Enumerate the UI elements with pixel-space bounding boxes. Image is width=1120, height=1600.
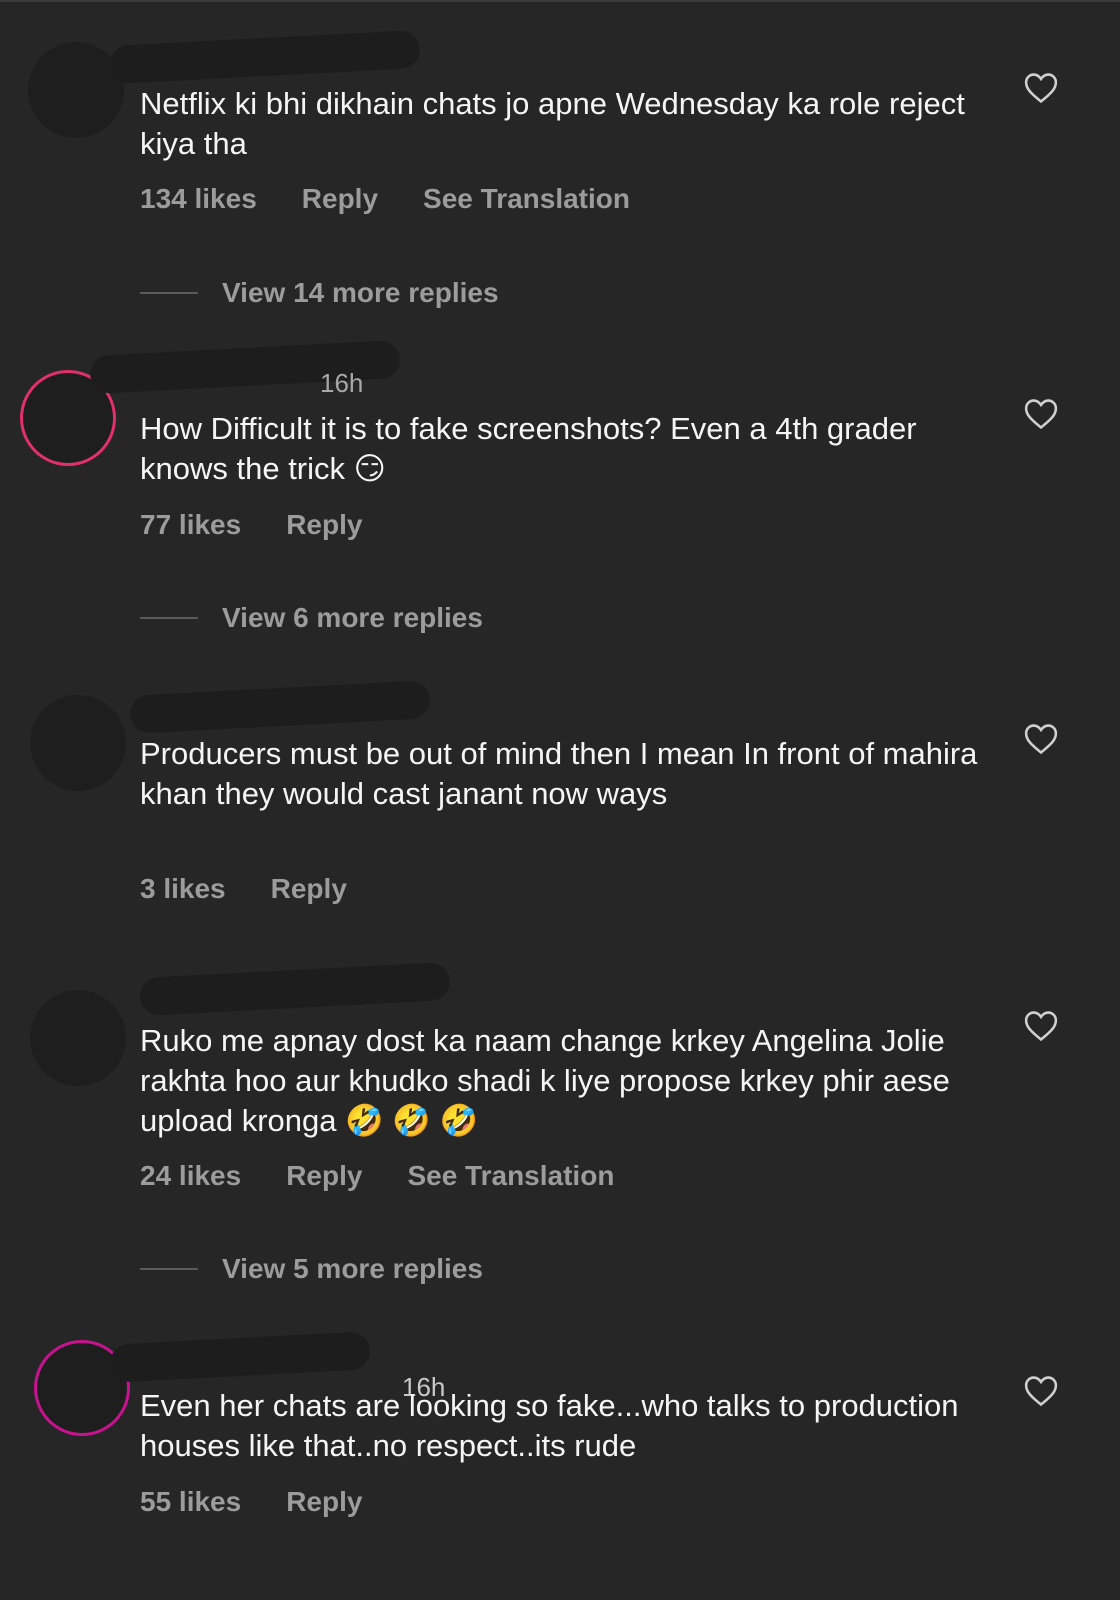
avatar[interactable]	[30, 695, 126, 791]
reply-button[interactable]: Reply	[286, 1160, 362, 1192]
comment-actions: 55 likes Reply	[140, 1486, 362, 1518]
redaction-scribble	[139, 961, 451, 1017]
top-divider	[0, 0, 1120, 2]
view-more-replies-label: View 6 more replies	[222, 602, 483, 633]
replies-divider	[140, 292, 198, 294]
comment-actions: 134 likes Reply See Translation	[140, 183, 630, 215]
comment-text: Producers must be out of mind then I mea…	[140, 736, 978, 811]
view-more-replies-button[interactable]: View 6 more replies	[140, 602, 483, 634]
see-translation-button[interactable]: See Translation	[407, 1160, 614, 1192]
view-more-replies-button[interactable]: View 14 more replies	[140, 277, 499, 309]
likes-count[interactable]: 24 likes	[140, 1160, 241, 1192]
comment-text: Ruko me apnay dost ka naam change krkey …	[140, 1023, 950, 1138]
avatar[interactable]	[30, 990, 126, 1086]
redaction-scribble	[129, 680, 431, 734]
comment-text: Even her chats are looking so fake...who…	[140, 1388, 959, 1463]
timestamp: 16h	[320, 368, 364, 398]
comment-meta: 16h	[140, 368, 363, 399]
view-more-replies-label: View 5 more replies	[222, 1253, 483, 1284]
view-more-replies-label: View 14 more replies	[222, 277, 499, 308]
reply-button[interactable]: Reply	[302, 183, 378, 215]
heart-outline-icon[interactable]	[1024, 1375, 1058, 1407]
comment-text: How Difficult it is to fake screenshots?…	[140, 411, 917, 486]
likes-count[interactable]: 3 likes	[140, 873, 226, 905]
comment-actions: 77 likes Reply	[140, 509, 362, 541]
comment-actions: 3 likes Reply	[140, 873, 347, 905]
comment-actions: 24 likes Reply See Translation	[140, 1160, 614, 1192]
replies-divider	[140, 617, 198, 619]
reply-button[interactable]: Reply	[286, 1486, 362, 1518]
see-translation-button[interactable]: See Translation	[423, 183, 630, 215]
replies-divider	[140, 1268, 198, 1270]
heart-outline-icon[interactable]	[1024, 723, 1058, 755]
likes-count[interactable]: 77 likes	[140, 509, 241, 541]
heart-outline-icon[interactable]	[1024, 72, 1058, 104]
comment-text: Netflix ki bhi dikhain chats jo apne Wed…	[140, 86, 965, 161]
redaction-scribble	[109, 29, 421, 85]
avatar[interactable]	[28, 42, 124, 138]
likes-count[interactable]: 134 likes	[140, 183, 257, 215]
heart-outline-icon[interactable]	[1024, 1010, 1058, 1042]
likes-count[interactable]: 55 likes	[140, 1486, 241, 1518]
reply-button[interactable]: Reply	[271, 873, 347, 905]
view-more-replies-button[interactable]: View 5 more replies	[140, 1253, 483, 1285]
heart-outline-icon[interactable]	[1024, 398, 1058, 430]
reply-button[interactable]: Reply	[286, 509, 362, 541]
